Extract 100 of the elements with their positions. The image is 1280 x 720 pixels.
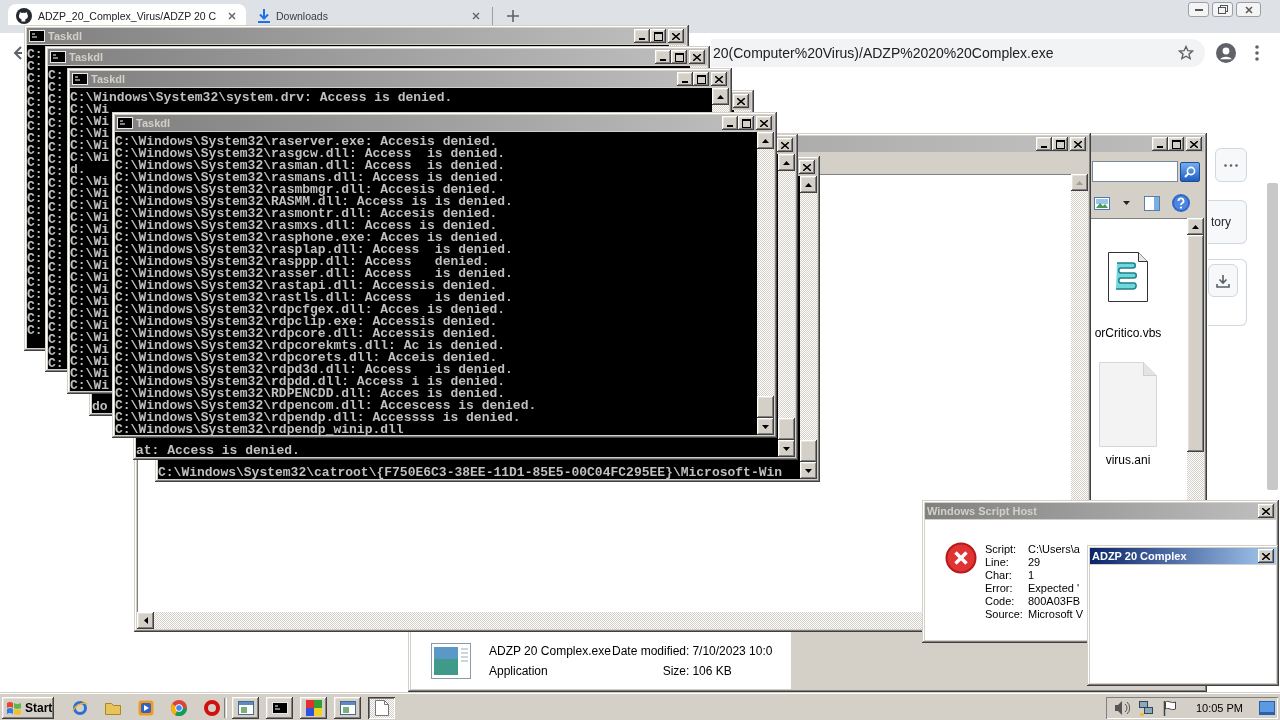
- restore-button[interactable]: [1212, 2, 1233, 17]
- close-button[interactable]: [777, 138, 793, 152]
- maximize-button[interactable]: [671, 50, 687, 64]
- console-line: C:: [48, 212, 64, 224]
- console-line: C:: [27, 59, 43, 71]
- close-icon: [1262, 507, 1270, 515]
- minimize-button[interactable]: [1152, 137, 1168, 151]
- close-button[interactable]: [1258, 504, 1274, 518]
- close-icon: [803, 163, 811, 171]
- picture-icon[interactable]: [1094, 196, 1110, 210]
- close-button[interactable]: [733, 94, 749, 108]
- browser-tab[interactable]: Downloads: [250, 4, 490, 25]
- start-button[interactable]: Start: [2, 696, 54, 719]
- minimize-button[interactable]: [1036, 137, 1052, 151]
- minimize-button[interactable]: [722, 116, 738, 130]
- taskbar-button[interactable]: [300, 696, 327, 719]
- search-field[interactable]: [1092, 161, 1178, 182]
- window-title: Taskdl: [69, 51, 104, 63]
- minimize-icon: [682, 81, 688, 83]
- flag-icon[interactable]: [1161, 699, 1178, 716]
- scroll-up-button[interactable]: [800, 176, 817, 193]
- scrollbar-thumb[interactable]: [800, 440, 817, 462]
- maximize-icon: [674, 52, 684, 62]
- profile-icon[interactable]: [1216, 42, 1236, 63]
- color-blocks-icon: [305, 699, 322, 716]
- field-value: 29: [1028, 556, 1041, 569]
- maximize-button[interactable]: [738, 116, 754, 130]
- play-icon[interactable]: [138, 699, 154, 716]
- taskbar-button[interactable]: [232, 696, 259, 719]
- color-wheel-icon[interactable]: [171, 699, 187, 716]
- maximize-button[interactable]: [650, 29, 666, 43]
- close-button[interactable]: [689, 50, 705, 64]
- window-icon: [237, 700, 254, 715]
- scroll-down-button[interactable]: [778, 440, 795, 457]
- scroll-down-button[interactable]: [757, 418, 774, 435]
- scroll-up-button[interactable]: [1071, 174, 1088, 191]
- maximize-button[interactable]: [693, 72, 709, 86]
- console-line: C:\Wi: [70, 294, 109, 306]
- console-line: C:: [27, 47, 43, 59]
- close-button[interactable]: [1236, 2, 1261, 17]
- menu-icon[interactable]: [1255, 44, 1259, 61]
- download-button[interactable]: [1208, 264, 1238, 297]
- close-button[interactable]: [1258, 549, 1274, 563]
- network-icon[interactable]: [1137, 699, 1154, 716]
- console-line: C:: [27, 263, 43, 275]
- console-line: C:: [48, 272, 64, 284]
- taskbar-button[interactable]: [266, 696, 293, 719]
- field-value: 106 KB: [692, 663, 732, 678]
- minimize-button[interactable]: [1188, 2, 1209, 17]
- minimize-button[interactable]: [655, 50, 671, 64]
- scroll-down-button[interactable]: [800, 462, 817, 479]
- up-triangle-icon: [1076, 180, 1083, 185]
- desktop-icon[interactable]: [1259, 700, 1275, 715]
- browser-tab[interactable]: ADZP_20_Complex_Virus/ADZP 20 C: [8, 4, 246, 25]
- caret-icon[interactable]: [1123, 201, 1130, 205]
- scrollbar-thumb[interactable]: [1267, 183, 1278, 490]
- scroll-up-button[interactable]: [757, 132, 774, 149]
- up-triangle-icon: [805, 182, 812, 187]
- close-button[interactable]: [668, 29, 684, 43]
- console-line: C:: [48, 176, 64, 188]
- globe-icon[interactable]: [72, 699, 88, 716]
- address-field[interactable]: 20(Computer%20Virus)/ADZP%2020%20Complex.exe: [711, 38, 1205, 67]
- minimize-button[interactable]: [634, 29, 650, 43]
- close-icon: [760, 119, 768, 127]
- maximize-button[interactable]: [1168, 137, 1184, 151]
- scroll-up-button[interactable]: [712, 88, 729, 105]
- maximize-icon: [741, 118, 751, 128]
- scroll-left-button[interactable]: [137, 612, 154, 629]
- scrollbar-thumb[interactable]: [778, 418, 795, 440]
- close-button[interactable]: [756, 116, 772, 130]
- close-icon: [472, 11, 480, 20]
- speaker-icon[interactable]: [1113, 699, 1130, 716]
- panel-icon[interactable]: [1144, 195, 1160, 211]
- console-line: C:\Wi: [70, 222, 109, 234]
- close-button[interactable]: [1070, 137, 1086, 151]
- search-button[interactable]: [1180, 161, 1200, 182]
- scrollbar-thumb[interactable]: [757, 396, 774, 418]
- close-button[interactable]: [799, 160, 815, 174]
- help-icon[interactable]: [1172, 194, 1190, 212]
- maximize-button[interactable]: [1052, 137, 1068, 151]
- taskbar-button[interactable]: [334, 696, 361, 719]
- console-line: C:: [48, 164, 64, 176]
- console-line: C:\Wi: [70, 270, 109, 282]
- field-label: Script:: [985, 543, 1017, 556]
- console-line: C:: [48, 248, 64, 260]
- taskbar-button[interactable]: [368, 696, 395, 719]
- field-value: 1: [1028, 569, 1035, 582]
- close-button[interactable]: [711, 72, 727, 86]
- back-arrow-icon[interactable]: [12, 45, 22, 60]
- close-button[interactable]: [1186, 137, 1202, 151]
- ring-icon[interactable]: [204, 699, 220, 716]
- console-icon: [50, 51, 66, 63]
- console-line: C:: [27, 143, 43, 155]
- scroll-up-button[interactable]: [1187, 218, 1204, 235]
- page-button[interactable]: tory: [1208, 200, 1247, 244]
- minimize-button[interactable]: [677, 72, 693, 86]
- scroll-up-button[interactable]: [778, 154, 795, 171]
- console-line: C:: [48, 200, 64, 212]
- scrollbar-thumb[interactable]: [1187, 235, 1204, 452]
- star-icon[interactable]: [1178, 44, 1194, 61]
